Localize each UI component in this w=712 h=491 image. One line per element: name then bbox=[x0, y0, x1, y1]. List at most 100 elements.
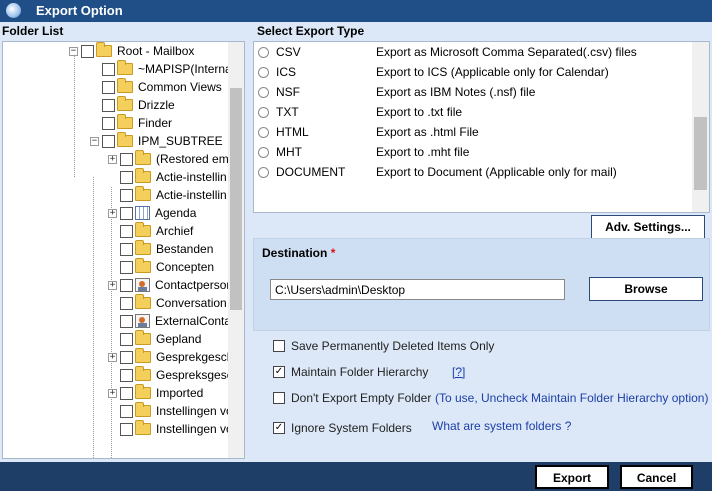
folder-checkbox[interactable] bbox=[120, 170, 133, 184]
expand-icon[interactable]: + bbox=[108, 352, 117, 362]
export-type-row[interactable]: ICS Export to ICS (Applicable only for Ca… bbox=[254, 62, 692, 82]
export-type-row[interactable]: DOCUMENT Export to Document (Applicable o… bbox=[254, 162, 692, 182]
export-type-row[interactable]: NSF Export as IBM Notes (.nsf) file bbox=[254, 82, 692, 102]
folder-tree-row[interactable]: Concepten bbox=[108, 258, 214, 276]
folder-checkbox[interactable] bbox=[81, 44, 94, 58]
expand-icon[interactable]: + bbox=[108, 388, 117, 398]
folder-icon bbox=[117, 60, 133, 75]
folder-icon bbox=[135, 222, 151, 237]
folder-tree-row[interactable]: Finder bbox=[90, 114, 172, 132]
folder-checkbox[interactable] bbox=[120, 386, 133, 400]
maintain-hierarchy-checkbox[interactable] bbox=[273, 366, 285, 378]
export-type-radio[interactable] bbox=[258, 127, 269, 138]
adv-settings-button[interactable]: Adv. Settings... bbox=[591, 215, 705, 239]
folder-tree-row[interactable]: ~MAPISP(Interna bbox=[90, 60, 229, 78]
folder-tree-row[interactable]: Actie-instellin bbox=[108, 186, 227, 204]
export-type-radio[interactable] bbox=[258, 167, 269, 178]
folder-tree-row[interactable]: Common Views bbox=[90, 78, 222, 96]
hierarchy-help-link[interactable]: [?] bbox=[452, 365, 465, 379]
folder-tree-row[interactable]: + (Restored ema bbox=[108, 150, 229, 168]
folder-checkbox[interactable] bbox=[120, 260, 133, 274]
dont-export-empty-option[interactable]: Don't Export Empty Folder bbox=[273, 390, 431, 406]
folder-checkbox[interactable] bbox=[120, 368, 133, 382]
folder-icon bbox=[135, 294, 151, 309]
dont-export-empty-checkbox[interactable] bbox=[273, 392, 285, 404]
folder-tree-row[interactable]: ExternalConta bbox=[108, 312, 229, 330]
save-deleted-option[interactable]: Save Permanently Deleted Items Only bbox=[273, 338, 494, 354]
scrollbar-thumb[interactable] bbox=[694, 117, 707, 190]
export-type-row[interactable]: CSV Export as Microsoft Comma Separated(.… bbox=[254, 42, 692, 62]
title-bar: Export Option bbox=[0, 0, 712, 22]
folder-tree-row[interactable]: Gespreksgescl bbox=[108, 366, 229, 384]
folder-checkbox[interactable] bbox=[102, 98, 115, 112]
folder-checkbox[interactable] bbox=[120, 404, 133, 418]
export-type-description: Export to Document (Applicable only for … bbox=[376, 165, 617, 179]
folder-tree-row[interactable]: Actie-instellin bbox=[108, 168, 227, 186]
browse-button[interactable]: Browse bbox=[589, 277, 703, 301]
ignore-system-option[interactable]: Ignore System Folders bbox=[273, 420, 412, 436]
export-type-row[interactable]: TXT Export to .txt file bbox=[254, 102, 692, 122]
folder-checkbox[interactable] bbox=[120, 206, 133, 220]
save-deleted-checkbox[interactable] bbox=[273, 340, 285, 352]
folder-checkbox[interactable] bbox=[120, 188, 133, 202]
folder-tree-row[interactable]: Instellingen vo bbox=[108, 420, 229, 438]
folder-tree-row[interactable]: Conversation bbox=[108, 294, 227, 312]
maintain-hierarchy-option[interactable]: Maintain Folder Hierarchy bbox=[273, 364, 428, 380]
folder-tree-row[interactable]: + Imported bbox=[108, 384, 203, 402]
folder-icon bbox=[135, 402, 151, 417]
expand-icon[interactable]: + bbox=[108, 280, 117, 290]
collapse-icon[interactable]: − bbox=[90, 136, 99, 146]
export-type-row[interactable]: HTML Export as .html File bbox=[254, 122, 692, 142]
export-type-list: CSV Export as Microsoft Comma Separated(.… bbox=[253, 41, 710, 213]
export-type-row[interactable]: MHT Export to .mht file bbox=[254, 142, 692, 162]
dont-export-empty-label: Don't Export Empty Folder bbox=[291, 391, 432, 405]
folder-tree-scrollbar[interactable] bbox=[228, 42, 244, 458]
folder-checkbox[interactable] bbox=[120, 242, 133, 256]
folder-checkbox[interactable] bbox=[102, 116, 115, 130]
export-option-window: Folder List − Root - Mailbox ~MAPISP(Inter… bbox=[0, 22, 712, 462]
folder-tree-row[interactable]: Bestanden bbox=[108, 240, 213, 258]
export-type-radio[interactable] bbox=[258, 47, 269, 58]
export-button[interactable]: Export bbox=[535, 465, 609, 489]
folder-tree-row[interactable]: Drizzle bbox=[90, 96, 175, 114]
folder-checkbox[interactable] bbox=[120, 224, 133, 238]
cancel-button[interactable]: Cancel bbox=[620, 465, 693, 489]
folder-icon bbox=[135, 150, 151, 165]
collapse-icon[interactable]: − bbox=[69, 46, 78, 56]
export-type-radio[interactable] bbox=[258, 107, 269, 118]
folder-checkbox[interactable] bbox=[120, 422, 133, 436]
folder-checkbox[interactable] bbox=[102, 62, 115, 76]
folder-tree-row[interactable]: + Contactperson bbox=[108, 276, 229, 294]
folder-tree-row[interactable]: − IPM_SUBTREE bbox=[90, 132, 223, 150]
folder-checkbox[interactable] bbox=[102, 80, 115, 94]
expand-icon[interactable]: + bbox=[108, 208, 117, 218]
folder-tree-row[interactable]: − Root - Mailbox bbox=[69, 42, 194, 60]
destination-path-field[interactable]: C:\Users\admin\Desktop bbox=[270, 279, 565, 300]
folder-tree-row[interactable]: Archief bbox=[108, 222, 193, 240]
folder-checkbox[interactable] bbox=[120, 152, 133, 166]
folder-checkbox[interactable] bbox=[120, 314, 133, 328]
folder-checkbox[interactable] bbox=[102, 134, 115, 148]
scrollbar-thumb[interactable] bbox=[230, 88, 242, 310]
tree-guide-line bbox=[93, 177, 94, 458]
folder-checkbox[interactable] bbox=[120, 296, 133, 310]
folder-tree-row[interactable]: Gepland bbox=[108, 330, 201, 348]
folder-checkbox[interactable] bbox=[120, 350, 133, 364]
system-folders-link[interactable]: What are system folders ? bbox=[432, 419, 571, 433]
export-type-radio[interactable] bbox=[258, 87, 269, 98]
folder-checkbox[interactable] bbox=[120, 332, 133, 346]
contact-icon bbox=[135, 278, 150, 292]
export-type-radio[interactable] bbox=[258, 147, 269, 158]
folder-tree-row[interactable]: + Gesprekgesch bbox=[108, 348, 229, 366]
export-type-description: Export to ICS (Applicable only for Calen… bbox=[376, 65, 609, 79]
folder-checkbox[interactable] bbox=[120, 278, 133, 292]
export-type-radio[interactable] bbox=[258, 67, 269, 78]
export-list-scrollbar[interactable] bbox=[692, 42, 709, 212]
save-deleted-label: Save Permanently Deleted Items Only bbox=[291, 339, 495, 353]
folder-tree-row[interactable]: Instellingen vo bbox=[108, 402, 229, 420]
expand-icon[interactable]: + bbox=[108, 154, 117, 164]
ignore-system-checkbox[interactable] bbox=[273, 422, 285, 434]
folder-tree-row[interactable]: + Agenda bbox=[108, 204, 196, 222]
